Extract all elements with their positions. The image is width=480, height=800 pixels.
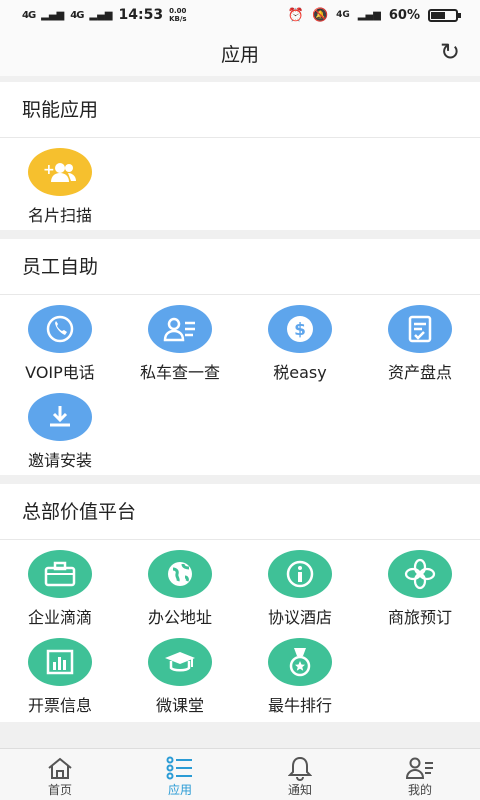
app-card-micro-class[interactable]: 微课堂 — [120, 628, 240, 718]
tab-label: 通知 — [287, 783, 312, 797]
bar-chart-icon — [28, 638, 92, 686]
app-card-travel-booking[interactable]: 商旅预订 — [360, 540, 480, 630]
net-speed-value: 0.00 — [169, 7, 187, 15]
battery-percent: 60% — [388, 7, 420, 23]
graduation-cap-icon — [148, 638, 212, 686]
app-label: 微课堂 — [155, 696, 204, 715]
list-icon — [120, 755, 240, 781]
person-card-icon — [148, 305, 212, 353]
status-bar: 4G ▂▄▆ 4G ▂▄▆ 14:53 0.00 KB/s ⏰ 🔕 4G ▂▄▆… — [0, 0, 480, 30]
app-label: VOIP电话 — [25, 363, 95, 382]
svg-text:$: $ — [294, 320, 306, 340]
page-title: 应用 — [220, 43, 259, 66]
bell-icon — [240, 755, 360, 781]
bottom-tab-bar: 首页 应用 通知 我的 — [0, 748, 480, 800]
app-label: 最牛排行 — [267, 696, 332, 715]
tab-label: 我的 — [407, 783, 432, 797]
section-title: 职能应用 — [0, 82, 480, 138]
section-title: 员工自助 — [0, 239, 480, 295]
app-label: 开票信息 — [27, 696, 92, 715]
app-card-office-address[interactable]: 办公地址 — [120, 540, 240, 630]
header: 应用 ↻ — [0, 30, 480, 76]
app-card-asset-inventory[interactable]: 资产盘点 — [360, 295, 480, 385]
app-label: 办公地址 — [147, 608, 212, 627]
flower-icon — [388, 550, 452, 598]
app-label: 邀请安装 — [27, 451, 92, 470]
app-label: 协议酒店 — [267, 608, 332, 627]
app-label: 企业滴滴 — [27, 608, 92, 627]
profile-icon — [360, 755, 480, 781]
signal-bars-icon: ▂▄▆ — [357, 9, 381, 21]
alarm-icon: ⏰ — [287, 7, 304, 23]
svg-text:+: + — [43, 162, 55, 178]
app-card-tax[interactable]: $ 税easy — [240, 295, 360, 385]
signal-2: 4G — [70, 9, 84, 21]
briefcase-icon — [28, 550, 92, 598]
mute-icon: 🔕 — [311, 7, 329, 23]
status-time: 14:53 — [118, 7, 164, 23]
medal-icon — [268, 638, 332, 686]
app-card-scan[interactable]: + 名片扫描 — [0, 138, 120, 228]
section-functional-apps: 职能应用 + 名片扫描 — [0, 82, 480, 230]
app-card-invite-install[interactable]: 邀请安装 — [0, 383, 120, 473]
phone-icon — [28, 305, 92, 353]
tab-home[interactable]: 首页 — [0, 749, 120, 800]
app-card-voip[interactable]: VOIP电话 — [0, 295, 120, 385]
app-label: 商旅预订 — [387, 608, 452, 627]
battery-icon — [428, 8, 461, 22]
tab-apps[interactable]: 应用 — [120, 749, 240, 800]
signal-bars-icon: ▂▄▆ — [41, 9, 65, 21]
signal-bars-icon: ▂▄▆ — [89, 9, 113, 21]
signal-1: 4G — [22, 9, 36, 21]
net-speed-unit: KB/s — [169, 15, 187, 23]
section-hq-value-platform: 总部价值平台 企业滴滴 办公地址 协议酒店 商旅预订 开票信息 微课堂 最牛排行 — [0, 484, 480, 722]
section-employee-self-service: 员工自助 VOIP电话 私车查一查 $ 税easy 资产盘点 邀请安装 — [0, 239, 480, 475]
app-card-private-car[interactable]: 私车查一查 — [120, 295, 240, 385]
app-label: 私车查一查 — [139, 363, 220, 382]
app-label: 名片扫描 — [27, 206, 92, 225]
tab-profile[interactable]: 我的 — [360, 749, 480, 800]
section-title: 总部价值平台 — [0, 484, 480, 540]
home-icon — [0, 755, 120, 781]
add-contacts-icon: + — [28, 148, 92, 196]
app-label: 资产盘点 — [387, 363, 452, 382]
app-card-invoice-info[interactable]: 开票信息 — [0, 628, 120, 718]
checklist-icon — [388, 305, 452, 353]
dollar-icon: $ — [268, 305, 332, 353]
app-card-didi[interactable]: 企业滴滴 — [0, 540, 120, 630]
app-card-ranking[interactable]: 最牛排行 — [240, 628, 360, 718]
globe-icon — [148, 550, 212, 598]
app-label: 税easy — [273, 363, 327, 382]
net-speed: 0.00 KB/s — [169, 7, 186, 23]
download-icon — [28, 393, 92, 441]
info-icon — [268, 550, 332, 598]
refresh-icon[interactable]: ↻ — [436, 38, 464, 66]
tab-notifications[interactable]: 通知 — [240, 749, 360, 800]
net-type: 4G — [336, 10, 350, 20]
tab-label: 首页 — [47, 783, 72, 797]
app-card-hotel[interactable]: 协议酒店 — [240, 540, 360, 630]
tab-label: 应用 — [167, 783, 192, 797]
